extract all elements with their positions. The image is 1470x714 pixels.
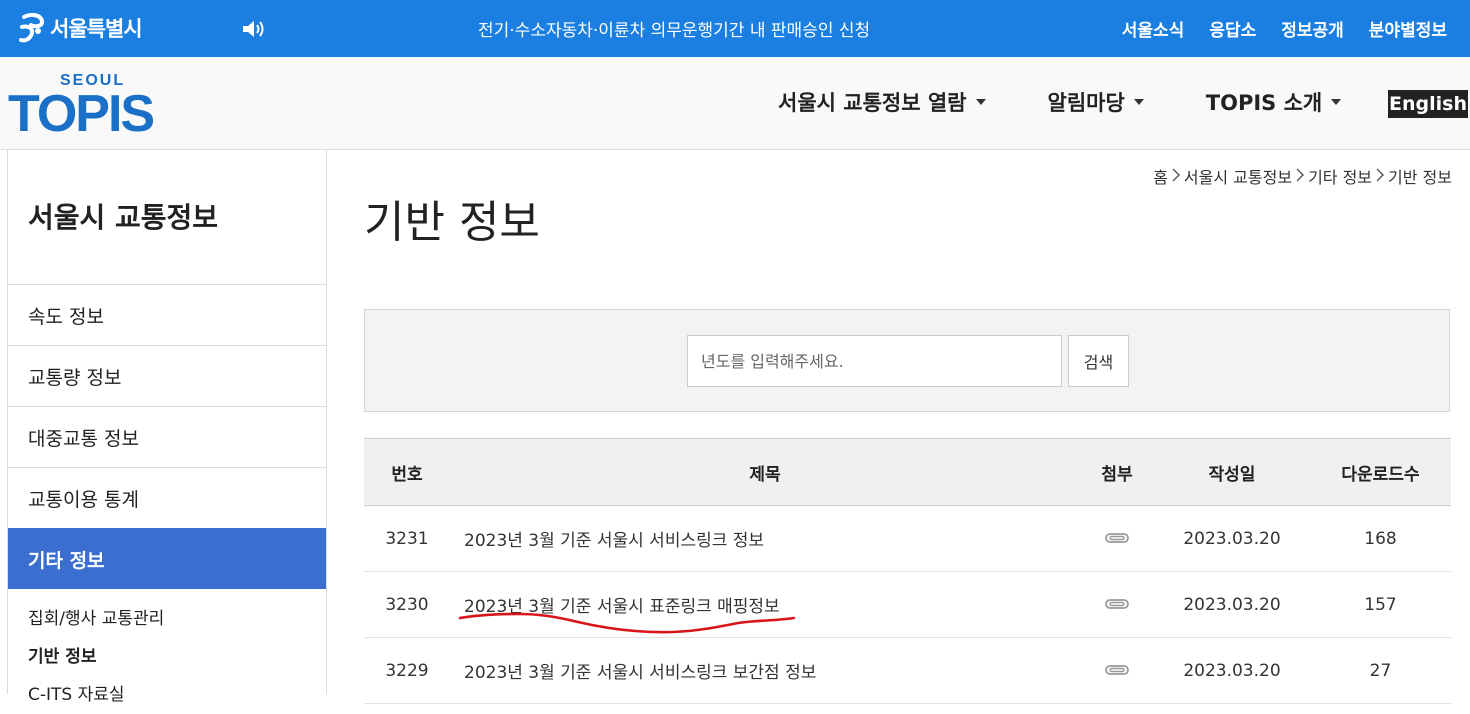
paperclip-icon[interactable] <box>1105 595 1129 615</box>
col-header-attachment: 첨부 <box>1080 438 1154 506</box>
nav-traffic-info-label: 서울시 교통정보 열람 <box>778 91 967 115</box>
nav-topis-intro-label: TOPIS 소개 <box>1205 91 1323 115</box>
notice-ticker[interactable]: 전기·수소자동차·이륜차 의무운행기간 내 판매승인 신청 <box>478 16 870 41</box>
search-panel: 검색 <box>364 309 1450 412</box>
breadcrumb-home[interactable]: 홈 <box>1153 164 1168 188</box>
seoul-brand-text: 서울특별시 <box>50 17 143 41</box>
search-button[interactable]: 검색 <box>1068 335 1129 387</box>
submenu-item-event-traffic[interactable]: 집회/행사 교통관리 <box>28 600 164 638</box>
row-date: 2023.03.20 <box>1154 505 1310 572</box>
row-number: 3231 <box>364 505 450 572</box>
chevron-right-icon <box>1296 167 1305 186</box>
breadcrumb-current: 기반 정보 <box>1388 168 1452 187</box>
row-number: 3230 <box>364 571 450 638</box>
row-title-link[interactable]: 2023년 3월 기준 서울시 서비스링크 보간점 정보 <box>464 663 816 683</box>
top-links: 서울소식 응답소 정보공개 분야별정보 <box>1122 16 1447 41</box>
paperclip-icon[interactable] <box>1105 661 1129 681</box>
col-header-number: 번호 <box>364 438 450 506</box>
site-header: SEOUL TOPIS 서울시 교통정보 열람 알림마당 TOPIS 소개 En… <box>0 57 1470 150</box>
nav-notice[interactable]: 알림마당 <box>1048 87 1144 117</box>
row-downloads: 157 <box>1310 571 1451 638</box>
sidebar-item-volume[interactable]: 교통량 정보 <box>8 345 326 406</box>
table-row[interactable]: 3230 2023년 3월 기준 서울시 표준링크 매핑정보 2023.03.2… <box>364 571 1451 638</box>
table-header-row: 번호 제목 첨부 작성일 다운로드수 <box>364 438 1451 506</box>
caret-down-icon <box>1331 99 1342 105</box>
top-bar: 서울특별시 전기·수소자동차·이륜차 의무운행기간 내 판매승인 신청 서울소식… <box>0 0 1470 57</box>
data-table: 번호 제목 첨부 작성일 다운로드수 3231 2023년 3월 기준 서울시 … <box>364 438 1451 704</box>
sidebar-title: 서울시 교통정보 <box>28 201 219 234</box>
caret-down-icon <box>975 99 986 105</box>
nav-topis-intro[interactable]: TOPIS 소개 <box>1205 87 1342 117</box>
year-search-input[interactable] <box>687 335 1062 387</box>
top-link-field-info[interactable]: 분야별정보 <box>1369 16 1447 41</box>
nav-traffic-info[interactable]: 서울시 교통정보 열람 <box>778 87 986 117</box>
breadcrumb-other-info[interactable]: 기타 정보 <box>1308 164 1372 188</box>
seoul-symbol-icon <box>19 13 45 43</box>
sidebar-item-other-info[interactable]: 기타 정보 <box>8 528 326 589</box>
breadcrumb: 홈 서울시 교통정보 기타 정보 기반 정보 <box>1153 164 1452 188</box>
topis-logo[interactable]: SEOUL TOPIS <box>8 67 163 151</box>
row-downloads: 168 <box>1310 505 1451 572</box>
col-header-downloads: 다운로드수 <box>1310 438 1451 506</box>
submenu-item-base-info[interactable]: 기반 정보 <box>28 638 164 676</box>
page-title: 기반 정보 <box>364 197 540 248</box>
submenu-item-cits-archive[interactable]: C-ITS 자료실 <box>28 676 164 714</box>
speaker-icon[interactable] <box>242 20 266 42</box>
paperclip-icon[interactable] <box>1105 529 1129 549</box>
sidebar-item-public-transit[interactable]: 대중교통 정보 <box>8 406 326 467</box>
sidebar-item-usage-stats[interactable]: 교통이용 통계 <box>8 467 326 528</box>
sidebar-submenu: 집회/행사 교통관리 기반 정보 C-ITS 자료실 <box>28 600 164 714</box>
sidebar-menu: 속도 정보 교통량 정보 대중교통 정보 교통이용 통계 기타 정보 <box>8 284 326 589</box>
english-button[interactable]: English <box>1388 90 1468 118</box>
sidebar-item-speed[interactable]: 속도 정보 <box>8 284 326 345</box>
nav-notice-label: 알림마당 <box>1047 91 1125 115</box>
row-title-link[interactable]: 2023년 3월 기준 서울시 서비스링크 정보 <box>464 531 764 551</box>
row-title-link[interactable]: 2023년 3월 기준 서울시 표준링크 매핑정보 <box>464 597 780 617</box>
main-nav: 서울시 교통정보 열람 알림마당 TOPIS 소개 <box>778 87 1342 117</box>
row-date: 2023.03.20 <box>1154 571 1310 638</box>
col-header-title: 제목 <box>450 438 1080 506</box>
svg-text:TOPIS: TOPIS <box>8 85 153 143</box>
top-link-response[interactable]: 응답소 <box>1209 16 1256 41</box>
caret-down-icon <box>1133 99 1144 105</box>
col-header-date: 작성일 <box>1154 438 1310 506</box>
top-link-news[interactable]: 서울소식 <box>1122 16 1185 41</box>
breadcrumb-traffic-info[interactable]: 서울시 교통정보 <box>1184 164 1292 188</box>
top-link-info-disclosure[interactable]: 정보공개 <box>1281 16 1344 41</box>
chevron-right-icon <box>1376 167 1385 186</box>
left-sidebar: 서울시 교통정보 속도 정보 교통량 정보 대중교통 정보 교통이용 통계 기타… <box>7 150 327 705</box>
table-row[interactable]: 3231 2023년 3월 기준 서울시 서비스링크 정보 2023.03.20… <box>364 505 1451 572</box>
chevron-right-icon <box>1172 167 1180 186</box>
seoul-city-logo[interactable]: 서울특별시 <box>18 11 143 45</box>
